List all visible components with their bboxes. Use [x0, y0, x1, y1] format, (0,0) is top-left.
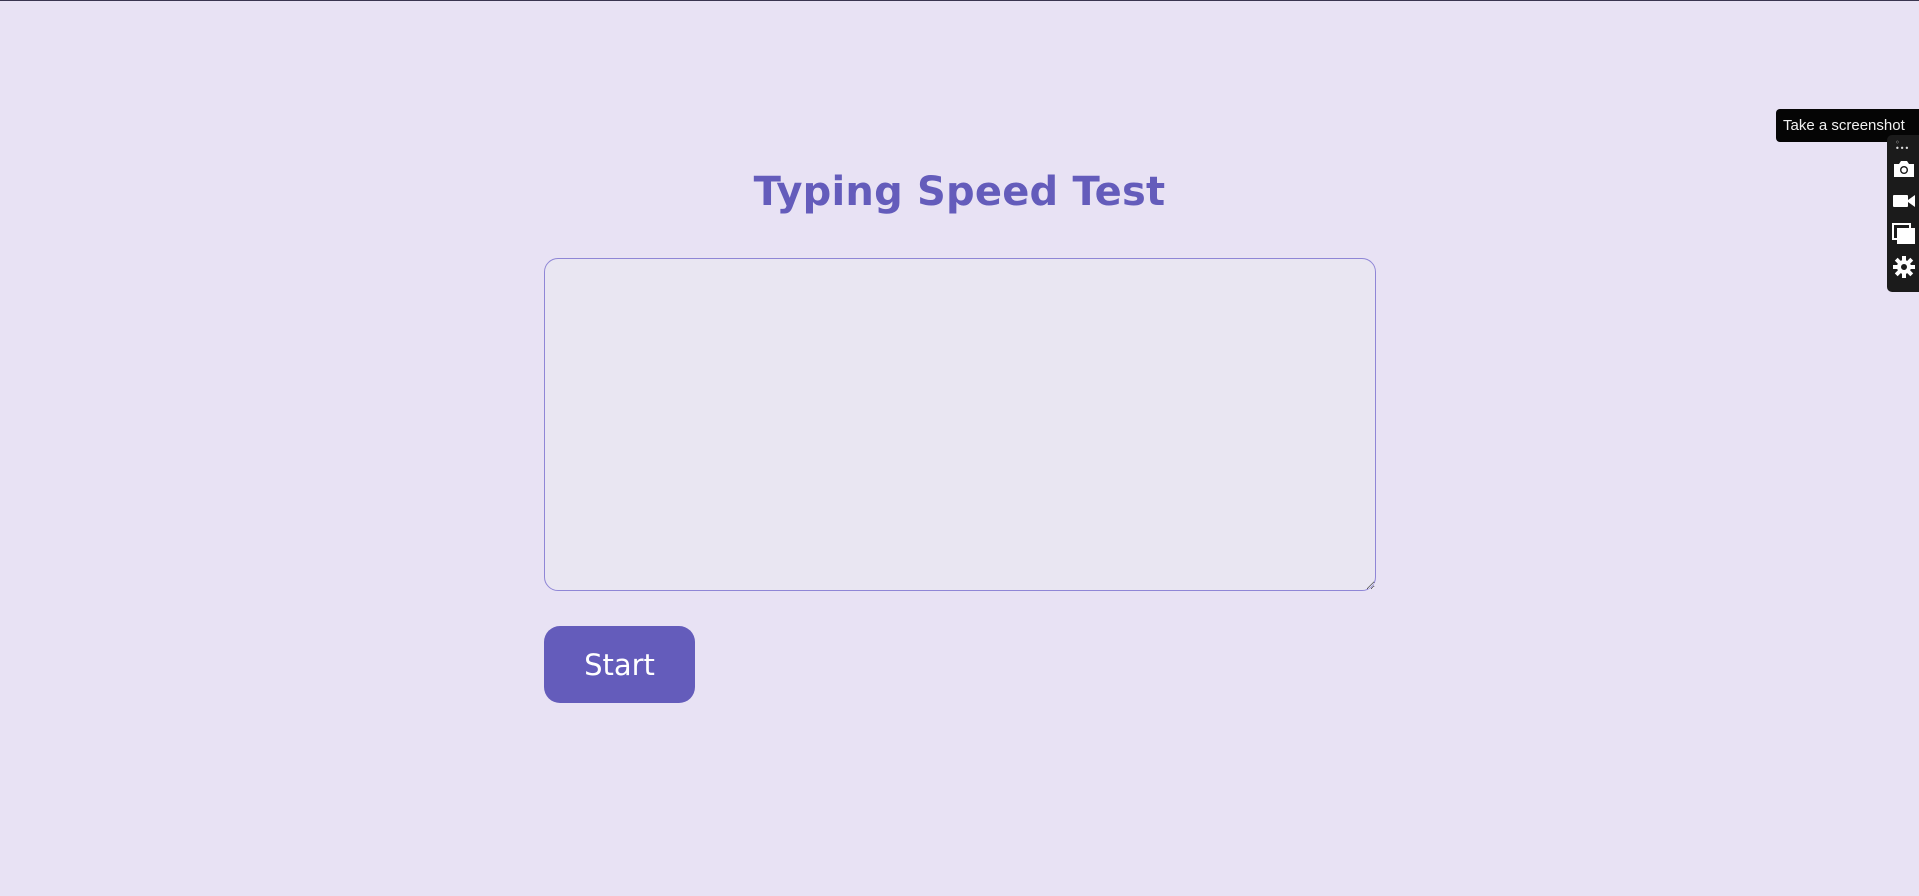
drag-handle-icon[interactable]: ◦ ••• [1895, 139, 1915, 153]
typing-textarea[interactable] [544, 258, 1376, 591]
page-title: Typing Speed Test [753, 169, 1166, 215]
video-icon[interactable] [1891, 188, 1917, 214]
start-button[interactable]: Start [544, 626, 695, 703]
window-icon[interactable] [1891, 221, 1917, 247]
page: Typing Speed Test Start Take a screensho… [0, 0, 1919, 896]
camera-icon[interactable] [1891, 156, 1917, 182]
screenshot-toolbar: ◦ ••• [1887, 135, 1919, 292]
gear-icon[interactable] [1891, 254, 1917, 280]
